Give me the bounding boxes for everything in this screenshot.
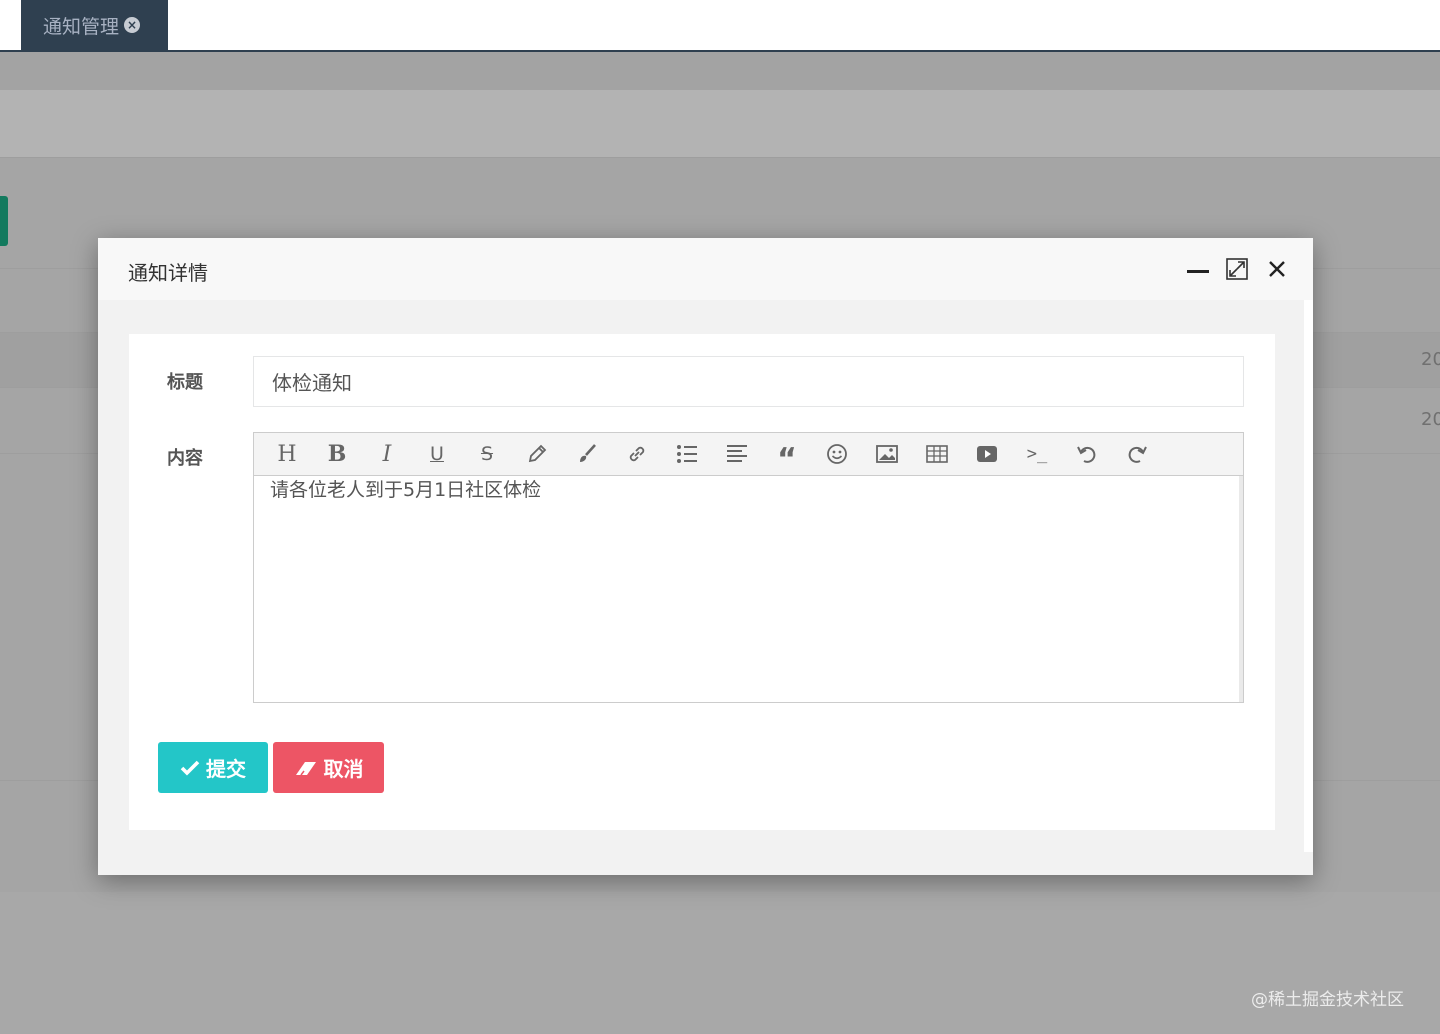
dialog-header: 通知详情 bbox=[98, 238, 1313, 300]
rich-text-editor: H B I U S “ >_ 请各位老人到于5月1日社区体检 bbox=[253, 432, 1244, 703]
redo-icon[interactable] bbox=[1112, 433, 1162, 475]
bg-search-band bbox=[0, 90, 1440, 157]
tab-close-icon[interactable]: × bbox=[124, 17, 141, 33]
cancel-button[interactable]: 取消 bbox=[273, 742, 384, 793]
cancel-button-label: 取消 bbox=[323, 757, 364, 781]
code-icon[interactable]: >_ bbox=[1012, 433, 1062, 475]
bold-icon[interactable]: B bbox=[312, 433, 362, 475]
notice-detail-dialog: 通知详情 标题 内容 H B I U S bbox=[98, 238, 1313, 875]
brush-icon[interactable] bbox=[562, 433, 612, 475]
unordered-list-icon[interactable] bbox=[662, 433, 712, 475]
check-icon bbox=[180, 760, 200, 776]
strikethrough-icon[interactable]: S bbox=[462, 433, 512, 475]
top-tab-bar: 通知管理 × bbox=[0, 0, 1440, 52]
submit-button[interactable]: 提交 bbox=[158, 742, 268, 793]
dialog-form: 标题 内容 H B I U S bbox=[129, 334, 1275, 830]
close-button[interactable] bbox=[1264, 256, 1290, 282]
image-icon[interactable] bbox=[862, 433, 912, 475]
editor-content-area[interactable]: 请各位老人到于5月1日社区体检 bbox=[254, 476, 1243, 702]
minimize-button[interactable] bbox=[1185, 256, 1211, 282]
bg-row-text: 20 bbox=[1421, 409, 1440, 430]
bg-row-text: 20 bbox=[1421, 349, 1440, 370]
title-input[interactable] bbox=[253, 356, 1244, 407]
submit-button-label: 提交 bbox=[206, 757, 246, 781]
watermark: @稀土掘金技术社区 bbox=[1251, 990, 1404, 1010]
maximize-button[interactable] bbox=[1224, 256, 1250, 282]
pencil-icon[interactable] bbox=[512, 433, 562, 475]
header-icon[interactable]: H bbox=[262, 433, 312, 475]
bg-toolbar-band bbox=[0, 52, 1440, 90]
maximize-icon bbox=[1226, 258, 1248, 280]
eraser-icon bbox=[295, 761, 316, 775]
tab-notice-management[interactable]: 通知管理 × bbox=[21, 0, 168, 50]
bg-divider bbox=[0, 157, 1440, 158]
align-left-icon[interactable] bbox=[712, 433, 762, 475]
italic-icon[interactable]: I bbox=[362, 433, 412, 475]
tab-label: 通知管理 bbox=[43, 15, 120, 38]
close-icon bbox=[1269, 261, 1285, 277]
title-label: 标题 bbox=[167, 372, 203, 393]
video-icon[interactable] bbox=[962, 433, 1012, 475]
editor-toolbar: H B I U S “ >_ bbox=[254, 433, 1243, 477]
quote-icon[interactable]: “ bbox=[762, 433, 812, 477]
bg-add-button bbox=[0, 196, 8, 246]
undo-icon[interactable] bbox=[1062, 433, 1112, 475]
smiley-icon[interactable] bbox=[812, 433, 862, 475]
editor-content-text: 请各位老人到于5月1日社区体检 bbox=[270, 479, 542, 501]
bg-footer-band bbox=[0, 892, 1440, 1034]
dialog-title: 通知详情 bbox=[128, 261, 208, 285]
content-label: 内容 bbox=[167, 448, 203, 469]
dialog-scrollbar[interactable] bbox=[1304, 300, 1313, 852]
link-icon[interactable] bbox=[612, 433, 662, 475]
minimize-icon bbox=[1187, 269, 1209, 273]
table-icon[interactable] bbox=[912, 433, 962, 475]
underline-icon[interactable]: U bbox=[412, 433, 462, 475]
